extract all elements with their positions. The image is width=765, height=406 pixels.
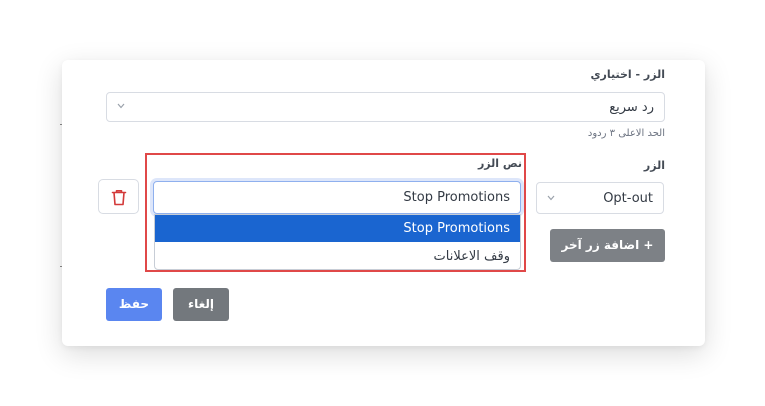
button-action-select[interactable]: Opt-out [536, 182, 664, 214]
button-type-select[interactable]: رد سريع [106, 92, 665, 122]
cancel-button[interactable]: إلغاء [173, 288, 229, 321]
button-type-value: رد سريع [609, 100, 654, 115]
screen: الزر - اختياري رد سريع الحد الاعلى ٣ ردو… [0, 0, 765, 406]
annotation-highlight-box [145, 153, 526, 272]
chevron-down-icon [547, 195, 555, 201]
delete-button[interactable] [98, 179, 139, 214]
add-another-button[interactable]: + اضافة زر آخر [550, 229, 665, 262]
button-action-value: Opt-out [603, 191, 653, 206]
button-label: الزر [643, 159, 665, 172]
button-type-label: الزر - اختياري [590, 68, 665, 81]
button-limit-hint: الحد الاعلى ٣ ردود [587, 128, 665, 139]
trash-icon [111, 190, 127, 206]
chevron-down-icon [117, 103, 125, 109]
save-button[interactable]: حفظ [106, 288, 162, 321]
